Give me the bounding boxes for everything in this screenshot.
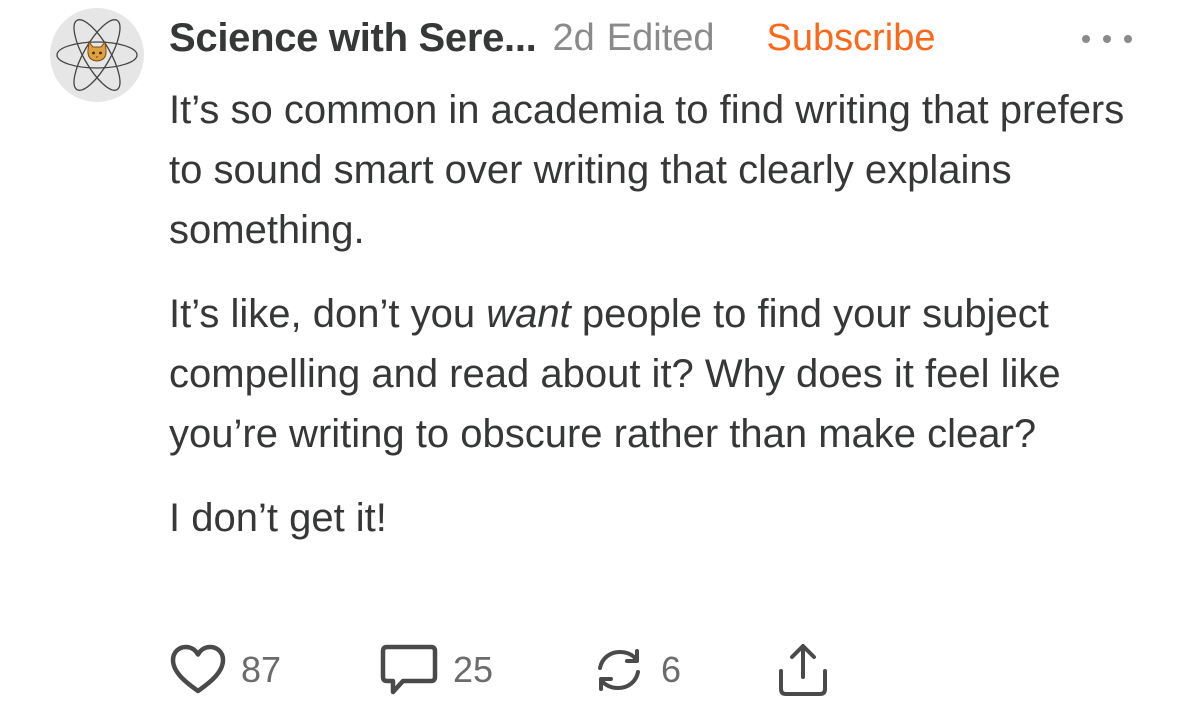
- comment-paragraph: It’s like, don’t you want people to find…: [169, 292, 1061, 456]
- like-button[interactable]: 87: [169, 644, 379, 696]
- comment-count: 25: [453, 649, 494, 690]
- comment-body: It’s so common in academia to find writi…: [169, 80, 1149, 572]
- restack-count: 6: [661, 649, 682, 690]
- comment-button[interactable]: 25: [379, 643, 591, 697]
- restack-button[interactable]: 6: [591, 645, 775, 695]
- atom-cat-icon: [56, 19, 138, 91]
- comment-header: Science with Sere... 2d Edited Subscribe: [169, 8, 1139, 68]
- restack-arrows-icon: [598, 649, 640, 691]
- heart-icon: [170, 644, 226, 694]
- comment-paragraph: I don’t get it!: [169, 496, 387, 540]
- subscribe-button[interactable]: Subscribe: [767, 17, 936, 60]
- like-count: 87: [241, 649, 282, 690]
- author-avatar[interactable]: [50, 8, 144, 102]
- comment-paragraph: It’s so common in academia to find writi…: [169, 88, 1125, 252]
- comment-timestamp[interactable]: 2d: [553, 17, 595, 60]
- author-name[interactable]: Science with Sere...: [169, 16, 537, 61]
- share-button[interactable]: [775, 641, 831, 699]
- comment-actions: 87 25 6: [169, 638, 831, 702]
- more-dots-icon[interactable]: [1082, 28, 1132, 50]
- share-upload-icon: [779, 644, 827, 696]
- speech-bubble-icon: [380, 644, 438, 695]
- edited-label: Edited: [606, 16, 715, 59]
- emphasized-text: want: [486, 292, 571, 336]
